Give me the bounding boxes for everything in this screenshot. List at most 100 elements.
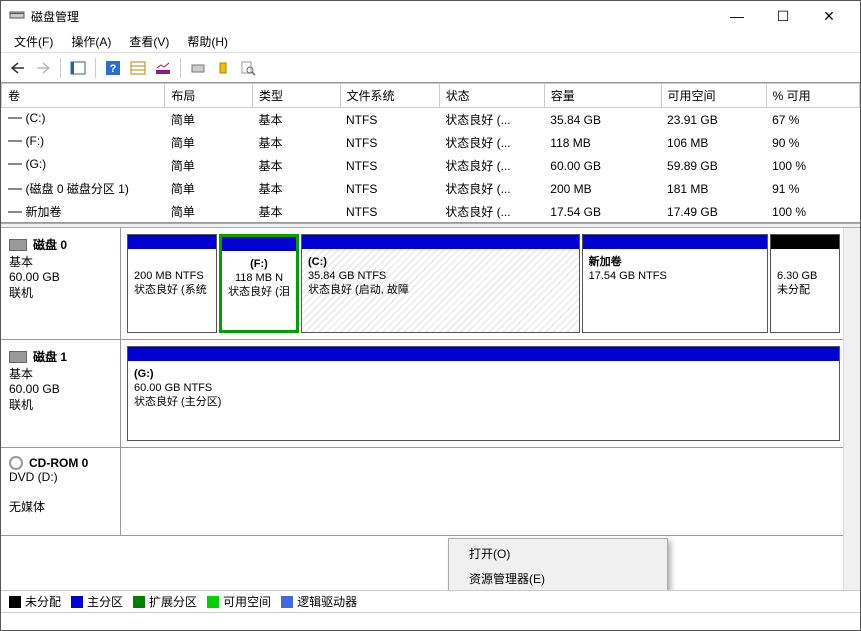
menu-help[interactable]: 帮助(H)	[178, 31, 237, 52]
scrollbar[interactable]	[843, 228, 860, 590]
menu-file[interactable]: 文件(F)	[5, 31, 62, 52]
partition-c[interactable]: (C:) 35.84 GB NTFS 状态良好 (启动, 故障	[301, 234, 580, 333]
column-header[interactable]: 可用空间	[661, 84, 766, 108]
toolbar-list-icon[interactable]	[127, 57, 149, 79]
toolbar-action-icon[interactable]	[212, 57, 234, 79]
volume-list: 卷布局类型文件系统状态容量可用空间% 可用 (C:)简单基本NTFS状态良好 (…	[1, 83, 860, 223]
column-header[interactable]: 卷	[2, 84, 165, 108]
partition-label: (C:)	[308, 256, 327, 268]
cell: 基本	[252, 108, 340, 132]
partition-size: 17.54 GB NTFS	[589, 269, 761, 283]
partition-new[interactable]: 新加卷 17.54 GB NTFS	[582, 234, 768, 333]
cell: 状态良好 (...	[439, 131, 544, 154]
window-controls: — ☐ ✕	[714, 1, 852, 31]
disk-name: 磁盘 0	[33, 236, 67, 253]
toolbar-disk-icon[interactable]	[187, 57, 209, 79]
forward-button[interactable]	[32, 57, 54, 79]
column-header[interactable]: 容量	[544, 84, 661, 108]
disk-status: 无媒体	[9, 498, 112, 515]
disk-type: 基本	[9, 365, 112, 382]
volume-row[interactable]: (G:)简单基本NTFS状态良好 (...60.00 GB59.89 GB100…	[2, 154, 860, 177]
titlebar: 磁盘管理 — ☐ ✕	[1, 1, 860, 31]
column-header[interactable]: 状态	[439, 84, 544, 108]
toolbar-separator	[60, 58, 61, 78]
toolbar-search-icon[interactable]	[237, 57, 259, 79]
cell: NTFS	[340, 108, 439, 132]
partition-label: 新加卷	[589, 256, 622, 268]
disk-name: CD-ROM 0	[29, 456, 88, 470]
partition-size: 60.00 GB NTFS	[134, 381, 833, 395]
partition-unallocated[interactable]: 6.30 GB 未分配	[770, 234, 840, 333]
volume-row[interactable]: (F:)简单基本NTFS状态良好 (...118 MB106 MB90 %	[2, 131, 860, 154]
disk-icon	[9, 239, 27, 251]
cell: 基本	[252, 200, 340, 223]
cell: 100 %	[766, 200, 859, 223]
legend-item: 扩展分区	[133, 593, 197, 610]
column-header[interactable]: 类型	[252, 84, 340, 108]
svg-text:?: ?	[110, 63, 117, 75]
partition-f[interactable]: (F:) 118 MB N 状态良好 (泪	[219, 234, 299, 333]
cell: 状态良好 (...	[439, 108, 544, 132]
menu-action[interactable]: 操作(A)	[62, 31, 120, 52]
context-menu-item[interactable]: 资源管理器(E)	[449, 566, 667, 590]
maximize-button[interactable]: ☐	[760, 1, 806, 31]
help-icon[interactable]: ?	[102, 57, 124, 79]
cell: NTFS	[340, 131, 439, 154]
column-header[interactable]: 文件系统	[340, 84, 439, 108]
cell: 118 MB	[544, 131, 661, 154]
menubar: 文件(F) 操作(A) 查看(V) 帮助(H)	[1, 31, 860, 53]
cell: 17.54 GB	[544, 200, 661, 223]
disk-size: 60.00 GB	[9, 382, 112, 396]
partition-status: 未分配	[777, 283, 833, 297]
cell: 100 %	[766, 154, 859, 177]
cell: 90 %	[766, 131, 859, 154]
legend-item: 主分区	[71, 593, 123, 610]
cdrom-icon	[9, 456, 23, 470]
app-icon	[9, 8, 25, 24]
legend-item: 可用空间	[207, 593, 271, 610]
partition-label: (F:)	[250, 258, 268, 270]
column-header[interactable]: 布局	[165, 84, 253, 108]
close-button[interactable]: ✕	[806, 1, 852, 31]
cell: 简单	[165, 154, 253, 177]
disk-status: 联机	[9, 284, 112, 301]
cell: 106 MB	[661, 131, 766, 154]
cell: 59.89 GB	[661, 154, 766, 177]
volume-row[interactable]: 新加卷简单基本NTFS状态良好 (...17.54 GB17.49 GB100 …	[2, 200, 860, 223]
partition-size: 200 MB NTFS	[134, 269, 210, 283]
toolbar-view-icon[interactable]	[67, 57, 89, 79]
cell: 35.84 GB	[544, 108, 661, 132]
cell: NTFS	[340, 154, 439, 177]
partition-size: 35.84 GB NTFS	[308, 269, 573, 283]
volume-row[interactable]: (C:)简单基本NTFS状态良好 (...35.84 GB23.91 GB67 …	[2, 108, 860, 132]
volume-row[interactable]: (磁盘 0 磁盘分区 1)简单基本NTFS状态良好 (...200 MB181 …	[2, 177, 860, 200]
partition-label: (G:)	[134, 368, 154, 380]
toolbar: ?	[1, 53, 860, 83]
context-menu-item[interactable]: 打开(O)	[449, 541, 667, 566]
cell: 简单	[165, 177, 253, 200]
cell: 67 %	[766, 108, 859, 132]
cell: 状态良好 (...	[439, 154, 544, 177]
legend: 未分配主分区扩展分区可用空间逻辑驱动器	[1, 590, 860, 612]
cdrom-info: CD-ROM 0 DVD (D:) 无媒体	[1, 448, 121, 535]
cell: 简单	[165, 131, 253, 154]
minimize-button[interactable]: —	[714, 1, 760, 31]
partition-size: 118 MB N	[228, 271, 290, 285]
cell: 基本	[252, 131, 340, 154]
disk-icon	[9, 351, 27, 363]
disk-name: 磁盘 1	[33, 348, 67, 365]
disk-type: DVD (D:)	[9, 470, 112, 484]
disk-type: 基本	[9, 253, 112, 270]
partition-system[interactable]: 200 MB NTFS 状态良好 (系统	[127, 234, 217, 333]
menu-view[interactable]: 查看(V)	[120, 31, 178, 52]
cell: 状态良好 (...	[439, 200, 544, 223]
partition-g[interactable]: (G:) 60.00 GB NTFS 状态良好 (主分区)	[127, 346, 840, 441]
toolbar-chart-icon[interactable]	[152, 57, 174, 79]
window-title: 磁盘管理	[31, 8, 714, 25]
cell: 简单	[165, 108, 253, 132]
legend-item: 逻辑驱动器	[281, 593, 357, 610]
legend-item: 未分配	[9, 593, 61, 610]
column-header[interactable]: % 可用	[766, 84, 859, 108]
back-button[interactable]	[7, 57, 29, 79]
cell: 23.91 GB	[661, 108, 766, 132]
